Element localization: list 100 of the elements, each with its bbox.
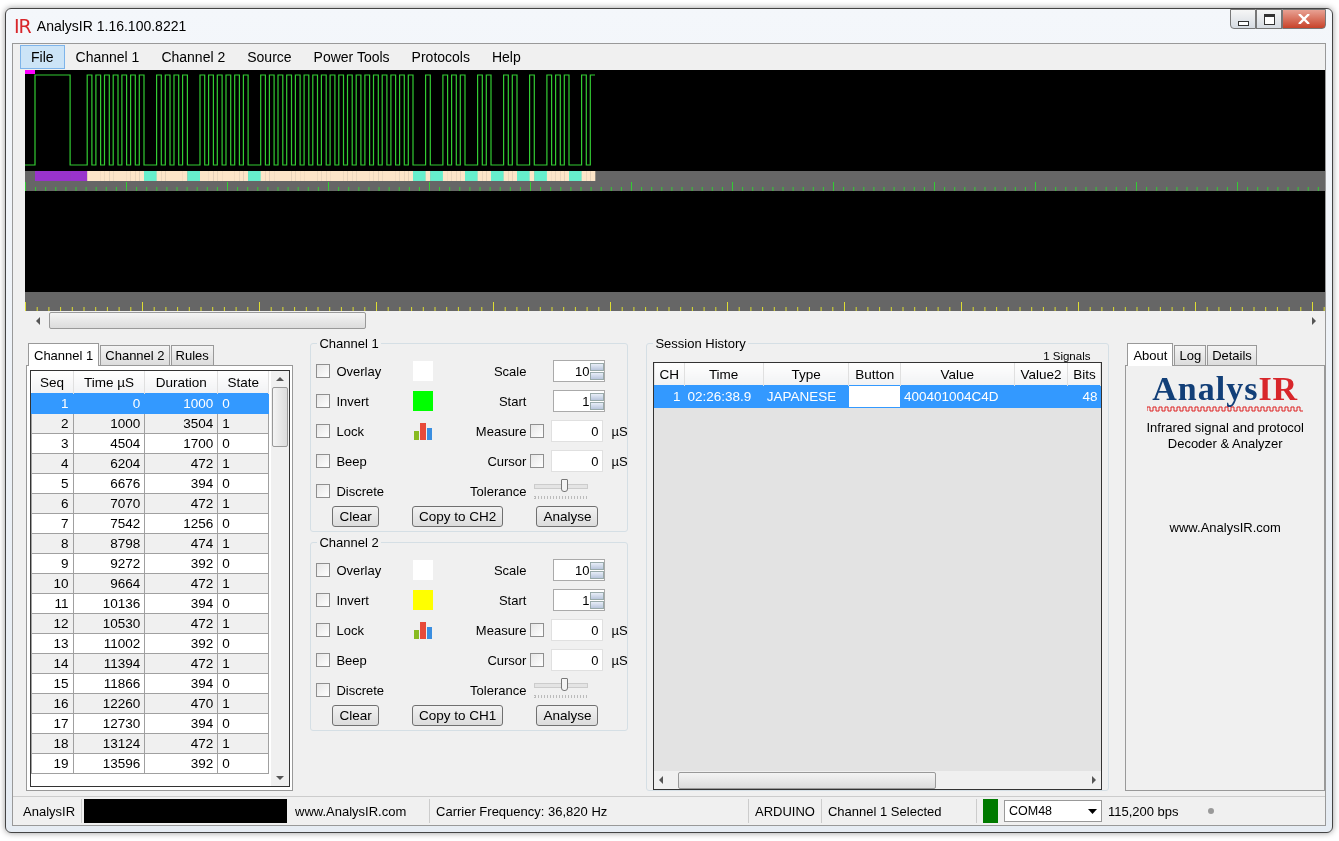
column-header[interactable]: Time µS (73, 371, 145, 394)
action-button[interactable]: Analyse (536, 705, 599, 726)
number-spinner[interactable]: 1 (553, 390, 606, 412)
column-header[interactable]: Type (763, 363, 849, 386)
status-text: Carrier Frequency: 36,820 Hz (430, 799, 750, 823)
table-row[interactable]: 3 4504 1700 0 (31, 433, 269, 454)
column-header[interactable]: Value2 (1014, 363, 1068, 386)
checkbox[interactable] (316, 394, 331, 408)
checkbox[interactable] (530, 623, 545, 637)
checkbox-label[interactable]: Lock (336, 622, 364, 638)
spin-arrows-icon[interactable] (590, 392, 605, 410)
action-button[interactable]: Copy to CH1 (411, 705, 504, 726)
port-dropdown[interactable]: COM48 (1004, 800, 1102, 822)
action-button[interactable]: Clear (332, 506, 379, 527)
tab[interactable]: Details (1207, 345, 1257, 365)
checkbox-label[interactable]: Discrete (336, 483, 385, 499)
menu-item[interactable]: Protocols (400, 45, 481, 69)
checkbox-label[interactable]: Lock (336, 423, 364, 439)
bar-chart-icon[interactable] (413, 422, 434, 440)
checkbox[interactable] (530, 454, 545, 468)
checkbox[interactable] (530, 424, 545, 438)
number-spinner[interactable]: 1 (553, 589, 606, 611)
number-field[interactable]: 0 (551, 450, 604, 472)
checkbox-label[interactable]: Overlay (336, 363, 382, 379)
column-header[interactable]: Value (900, 363, 1015, 386)
close-button[interactable] (1282, 9, 1326, 29)
column-header[interactable]: Duration (144, 371, 218, 394)
table-row[interactable]: 4 6204 472 1 (31, 453, 269, 474)
checkbox[interactable] (316, 563, 331, 577)
number-spinner[interactable]: 10 (553, 559, 606, 581)
menu-item[interactable]: Power Tools (302, 45, 401, 69)
table-row[interactable]: 7 7542 1256 0 (31, 513, 269, 534)
checkbox-label[interactable]: Discrete (336, 682, 385, 698)
tab[interactable]: About (1127, 343, 1174, 366)
tab[interactable]: Channel 2 (100, 345, 170, 365)
slider-thumb[interactable] (561, 478, 568, 492)
table-row[interactable]: 16 12260 470 1 (31, 693, 269, 714)
checkbox-label[interactable]: Invert (336, 393, 369, 409)
table-row[interactable]: 10 9664 472 1 (31, 573, 269, 594)
action-button[interactable]: Clear (332, 705, 379, 726)
action-button[interactable]: Copy to CH2 (411, 506, 504, 527)
spin-arrows-icon[interactable] (590, 561, 605, 579)
spin-arrows-icon[interactable] (590, 362, 605, 380)
table-cell: 0 (217, 633, 269, 654)
table-row[interactable]: 6 7070 472 1 (31, 493, 269, 514)
number-field[interactable]: 0 (551, 420, 604, 442)
slider-thumb[interactable] (561, 677, 568, 691)
column-header[interactable]: Button (848, 363, 901, 386)
menu-item[interactable]: File (20, 45, 65, 69)
color-swatch[interactable] (413, 391, 434, 411)
tab[interactable]: Rules (170, 345, 214, 365)
table-row[interactable]: 5 6676 394 0 (31, 473, 269, 494)
table-cell: 13596 (73, 753, 145, 774)
checkbox-label[interactable]: Beep (336, 652, 367, 668)
table-row[interactable]: 19 13596 392 0 (31, 753, 269, 774)
number-field[interactable]: 0 (551, 619, 604, 641)
checkbox[interactable] (316, 454, 331, 468)
tab[interactable]: Log (1174, 345, 1207, 365)
horizontal-scrollbar[interactable] (654, 771, 1102, 789)
table-row[interactable]: 13 11002 392 0 (31, 633, 269, 654)
menu-item[interactable]: Channel 2 (150, 45, 237, 69)
table-row[interactable]: 8 8798 474 1 (31, 533, 269, 554)
number-spinner[interactable]: 10 (553, 360, 606, 382)
spin-arrows-icon[interactable] (590, 591, 605, 609)
action-button[interactable]: Analyse (536, 506, 599, 527)
column-header[interactable]: Seq (31, 371, 74, 394)
menu-item[interactable]: Help (480, 45, 532, 69)
table-row[interactable]: 2 1000 3504 1 (31, 413, 269, 434)
table-row[interactable]: 18 13124 472 1 (31, 733, 269, 754)
column-header[interactable]: Bits (1067, 363, 1101, 386)
table-row[interactable]: 15 11866 394 0 (31, 673, 269, 694)
column-header[interactable]: CH (654, 363, 684, 386)
checkbox[interactable] (316, 484, 331, 498)
checkbox[interactable] (316, 424, 331, 438)
tab[interactable]: Channel 1 (28, 343, 100, 366)
checkbox[interactable] (316, 623, 331, 637)
checkbox-label[interactable]: Beep (336, 453, 367, 469)
menu-item[interactable]: Channel 1 (64, 45, 151, 69)
vertical-scrollbar[interactable] (271, 370, 291, 787)
website-link[interactable]: www.AnalysIR.com (1169, 520, 1281, 535)
column-header[interactable]: State (217, 371, 269, 394)
checkbox-label[interactable]: Overlay (336, 562, 382, 578)
table-row[interactable]: 17 12730 394 0 (31, 713, 269, 734)
table-row[interactable]: 12 10530 472 1 (31, 613, 269, 634)
table-row[interactable]: 11 10136 394 0 (31, 593, 269, 614)
number-field[interactable]: 0 (551, 649, 604, 671)
bar-chart-icon[interactable] (413, 621, 434, 639)
minimize-button[interactable] (1230, 9, 1256, 29)
checkbox[interactable] (316, 653, 331, 667)
checkbox-label[interactable]: Invert (336, 592, 369, 608)
color-swatch[interactable] (413, 590, 434, 610)
checkbox[interactable] (316, 364, 331, 378)
column-header[interactable]: Time (684, 363, 764, 386)
checkbox[interactable] (316, 683, 331, 697)
checkbox[interactable] (316, 593, 331, 607)
maximize-button[interactable] (1256, 9, 1282, 29)
menu-item[interactable]: Source (236, 45, 303, 69)
table-row[interactable]: 14 11394 472 1 (31, 653, 269, 674)
checkbox[interactable] (530, 653, 545, 667)
table-row[interactable]: 9 9272 392 0 (31, 553, 269, 574)
